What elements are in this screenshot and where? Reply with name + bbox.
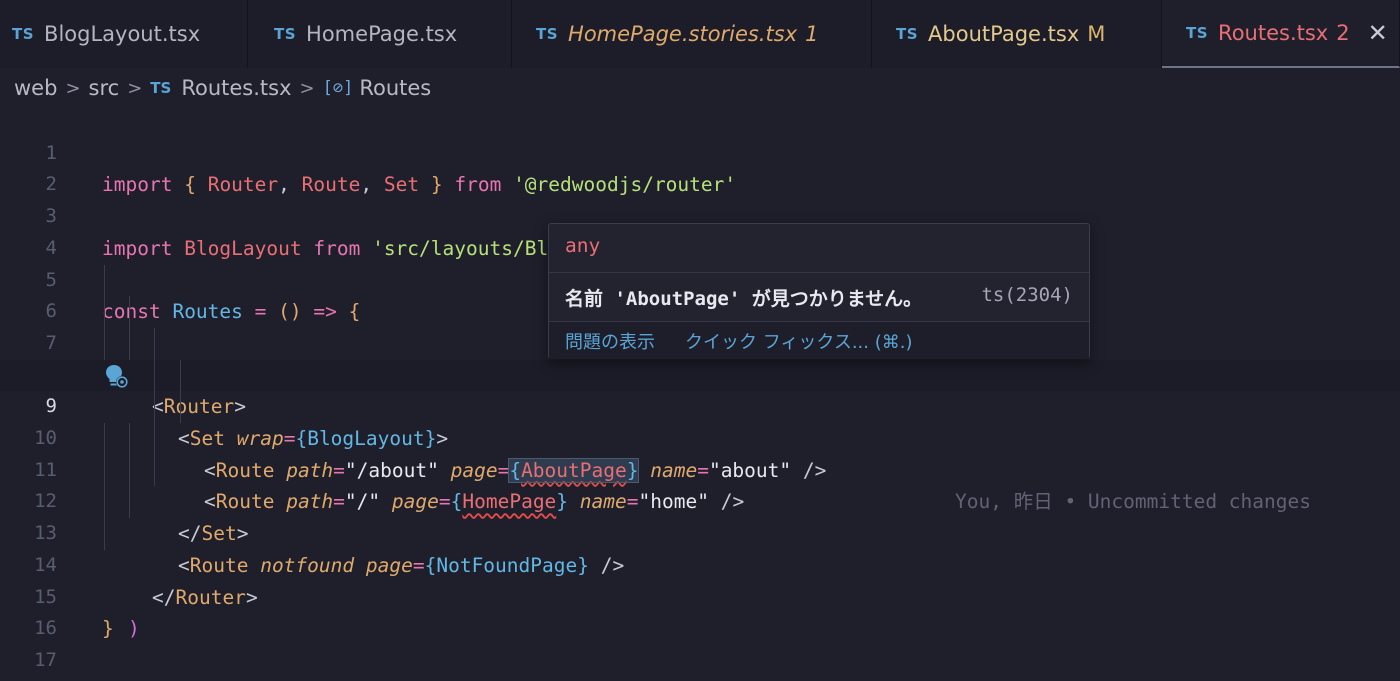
error-code: ts(2304) [981,284,1073,306]
code-editor[interactable]: 1 import { Router, Route, Set } from '@r… [0,106,1400,681]
close-icon[interactable]: ✕ [1368,19,1388,47]
hover-actions: 問題の表示 クイック フィックス... (⌘.) [549,321,1089,359]
typescript-file-icon: TS [896,25,919,43]
code-line: 18 [0,645,1400,681]
typescript-file-icon: TS [150,79,172,97]
chevron-right-icon: > [127,77,143,99]
code-line: 12 <Route notfound page={NotFoundPage} /… [0,454,1400,577]
code-line: 14 ) [0,518,1400,640]
line-number: 18 [0,677,57,681]
tab-routes[interactable]: TS Routes.tsx 2 ✕ [1162,0,1400,68]
breadcrumb-symbol[interactable]: Routes [359,76,431,100]
breadcrumb-src[interactable]: src [89,76,120,100]
code-line: 1 import { Router, Route, Set } from '@r… [0,106,1400,197]
typescript-file-icon: TS [274,25,297,43]
tab-label: HomePage.stories.tsx [568,22,798,46]
problem-count-badge: 2 [1336,21,1350,45]
chevron-right-icon: > [65,77,81,99]
code-line: 11 </Set> [0,423,1400,545]
code-line: 15 } [0,550,1400,641]
breadcrumb-web[interactable]: web [14,76,57,100]
code-line: 13 </Router> [0,486,1400,609]
tab-label: HomePage.tsx [306,22,458,46]
symbol-variable-icon: [⊘] [322,78,354,98]
code-line-current: 9 <Route path="/about" page={AboutPage} … [0,359,1400,513]
problem-count-badge: 1 [805,22,819,46]
code-line: 2 [0,138,1400,195]
tab-bloglayout[interactable]: TS BlogLayout.tsx [0,0,248,68]
hover-tooltip: any 名前 'AboutPage' が見つかりません。 ts(2304) 問題… [548,223,1090,359]
code-line: 16 [0,582,1400,639]
quick-fix-link[interactable]: クイック フィックス... (⌘.) [685,328,912,354]
error-message: 名前 'AboutPage' が見つかりません。 [565,288,923,310]
lightbulb-autofix-icon[interactable] [104,363,130,389]
chevron-right-icon: > [299,77,315,99]
typescript-file-icon: TS [536,25,559,43]
modified-badge: M [1087,22,1106,46]
code-line: 3 import BlogLayout from 'src/layouts/Bl… [0,169,1400,260]
typescript-file-icon: TS [12,25,35,43]
code-line: 10 <Route path="/" page={HomePage} name=… [0,391,1400,513]
view-problem-link[interactable]: 問題の表示 [565,328,655,354]
tab-bar: TS BlogLayout.tsx TS HomePage.tsx TS Hom… [0,0,1400,68]
tab-homepage-stories[interactable]: TS HomePage.stories.tsx 1 [512,0,872,68]
tab-homepage[interactable]: TS HomePage.tsx [248,0,512,68]
breadcrumb-file[interactable]: Routes.tsx [181,76,291,100]
tab-label: AboutPage.tsx [928,22,1080,46]
code-line: 17 export default Routes [0,613,1400,681]
divider [549,272,1089,273]
hover-type: any [565,234,601,257]
tab-label: BlogLayout.tsx [44,22,201,46]
tab-label: Routes.tsx [1218,21,1329,45]
tab-aboutpage[interactable]: TS AboutPage.tsx M [872,0,1162,68]
typescript-file-icon: TS [1186,24,1209,42]
breadcrumb: web > src > TS Routes.tsx > [⊘] Routes [0,70,1400,106]
